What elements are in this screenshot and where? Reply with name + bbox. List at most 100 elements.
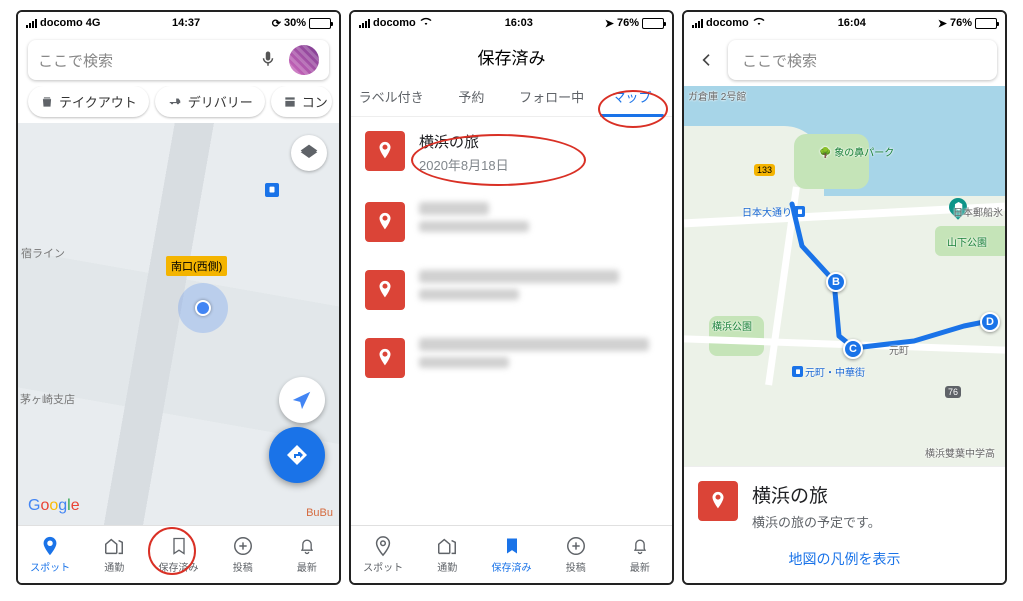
label-yamashita: 山下公園 — [947, 234, 987, 249]
carrier-label: docomo — [373, 17, 416, 29]
waypoint-d[interactable]: D — [980, 312, 1000, 332]
battery-icon — [309, 18, 331, 29]
nav-saved[interactable]: 保存済み — [146, 526, 210, 583]
list-item[interactable]: 横浜の旅 2020年8月18日 — [351, 117, 672, 188]
commute-icon — [436, 535, 458, 557]
chevron-left-icon — [699, 52, 715, 68]
label-school: 横浜雙葉中学高 — [925, 445, 995, 460]
bookmark-icon — [168, 535, 190, 557]
phone-map-view: docomo 4G 14:37 ⟳ 30% ここで検索 テイクアウト デリバリー… — [16, 10, 341, 585]
status-bar: docomo 16:04 ➤ 76% — [684, 12, 1005, 34]
bell-icon — [296, 535, 318, 557]
carrier-label: docomo — [706, 17, 749, 29]
card-title: 横浜の旅 — [752, 481, 881, 508]
my-location-marker — [178, 283, 228, 333]
show-legend-link[interactable]: 地図の凡例を表示 — [698, 549, 991, 569]
tab-labeled[interactable]: ラベル付き — [351, 77, 431, 116]
nav-commute[interactable]: 通勤 — [82, 526, 146, 583]
chip-more[interactable]: コン — [271, 86, 332, 117]
label-warehouse: ガ倉庫 2号館 — [688, 88, 746, 103]
battery-icon — [975, 18, 997, 29]
item-date: 2020年8月18日 — [419, 155, 658, 174]
nav-contribute[interactable]: 投稿 — [211, 526, 275, 583]
route-shield: 133 — [754, 164, 775, 176]
wifi-icon — [419, 16, 433, 30]
status-bar: docomo 4G 14:37 ⟳ 30% — [18, 12, 339, 34]
search-placeholder: ここで検索 — [742, 50, 817, 71]
bubu-label: BuBu — [306, 507, 333, 519]
label-motomachi-station: 元町・中華街 — [792, 364, 865, 379]
plus-icon — [232, 535, 254, 557]
page-title: 保存済み — [351, 34, 672, 77]
nav-updates[interactable]: 最新 — [608, 526, 672, 583]
label-yokohama-park: 横浜公園 — [712, 318, 752, 333]
chip-delivery[interactable]: デリバリー — [155, 86, 265, 117]
locate-me-button[interactable] — [279, 377, 325, 423]
waypoint-c[interactable]: C — [843, 339, 863, 359]
nav-spot[interactable]: スポット — [18, 526, 82, 583]
wifi-icon — [752, 16, 766, 30]
delivery-icon — [167, 95, 183, 109]
spot-icon — [39, 535, 61, 557]
map-canvas[interactable]: 宿ライン 南口(西側) 茅ヶ崎支店 BuBu Google — [18, 123, 339, 525]
network-label: 4G — [86, 17, 101, 29]
waypoint-b[interactable]: B — [826, 272, 846, 292]
signal-icon — [26, 19, 37, 28]
clock: 16:04 — [838, 17, 866, 29]
map-canvas[interactable]: B C D ガ倉庫 2号館 🌳 象の鼻パーク 133 日本大通り ⬢ 日本郵船氷… — [684, 86, 1005, 466]
category-chips: テイクアウト デリバリー コン — [18, 86, 339, 123]
microphone-icon[interactable] — [259, 50, 273, 70]
clock: 16:03 — [505, 17, 533, 29]
directions-icon — [285, 443, 309, 467]
layers-button[interactable] — [291, 135, 327, 171]
nav-saved[interactable]: 保存済み — [479, 526, 543, 583]
battery-icon — [642, 18, 664, 29]
card-subtitle: 横浜の旅の予定です。 — [752, 512, 881, 531]
bottom-nav: スポット 通勤 保存済み 投稿 最新 — [18, 525, 339, 583]
map-pin-icon — [365, 131, 405, 171]
commute-icon — [103, 535, 125, 557]
signal-icon — [359, 19, 370, 28]
nav-commute[interactable]: 通勤 — [415, 526, 479, 583]
back-button[interactable] — [692, 40, 722, 80]
line-label: 宿ライン — [21, 245, 65, 261]
battery-percent: 30% — [284, 17, 306, 29]
nav-contribute[interactable]: 投稿 — [544, 526, 608, 583]
map-pin-icon — [365, 270, 405, 310]
label-park: 🌳 象の鼻パーク — [819, 144, 894, 159]
map-pin-icon — [365, 202, 405, 242]
percent-badge: 76 — [945, 386, 961, 398]
tabs: ラベル付き 予約 フォロー中 マップ — [351, 77, 672, 117]
chip-takeout[interactable]: テイクアウト — [28, 86, 149, 117]
phone-my-map: docomo 16:04 ➤ 76% ここで検索 B — [682, 10, 1007, 585]
tab-maps[interactable]: マップ — [592, 77, 672, 116]
list-item[interactable] — [351, 324, 672, 392]
takeout-icon — [40, 95, 54, 109]
transit-station-icon — [265, 183, 279, 197]
station-label: 南口(西側) — [166, 256, 227, 276]
nav-updates[interactable]: 最新 — [275, 526, 339, 583]
phone-saved-list: docomo 16:03 ➤ 76% 保存済み ラベル付き 予約 フォロー中 マ… — [349, 10, 674, 585]
profile-avatar[interactable] — [289, 45, 319, 75]
label-nihon-odori: 日本大通り — [742, 204, 805, 219]
top-bar: ここで検索 — [684, 34, 1005, 86]
bottom-nav: スポット 通勤 保存済み 投稿 最新 — [351, 525, 672, 583]
search-bar[interactable]: ここで検索 — [28, 40, 329, 80]
list-item[interactable] — [351, 188, 672, 256]
list-item[interactable] — [351, 256, 672, 324]
locate-icon — [291, 389, 313, 411]
plus-icon — [565, 535, 587, 557]
tab-following[interactable]: フォロー中 — [512, 77, 592, 116]
location-arrow-icon: ➤ — [938, 17, 947, 30]
directions-button[interactable] — [269, 427, 325, 483]
tab-reservations[interactable]: 予約 — [431, 77, 511, 116]
carrier-label: docomo — [40, 17, 83, 29]
nav-spot[interactable]: スポット — [351, 526, 415, 583]
map-pin-icon — [365, 338, 405, 378]
search-bar[interactable]: ここで検索 — [728, 40, 997, 80]
battery-percent: 76% — [950, 17, 972, 29]
location-arrow-icon: ➤ — [605, 17, 614, 30]
spot-icon — [372, 535, 394, 557]
map-info-card: 横浜の旅 横浜の旅の予定です。 地図の凡例を表示 — [684, 466, 1005, 583]
map-pin-icon — [698, 481, 738, 521]
